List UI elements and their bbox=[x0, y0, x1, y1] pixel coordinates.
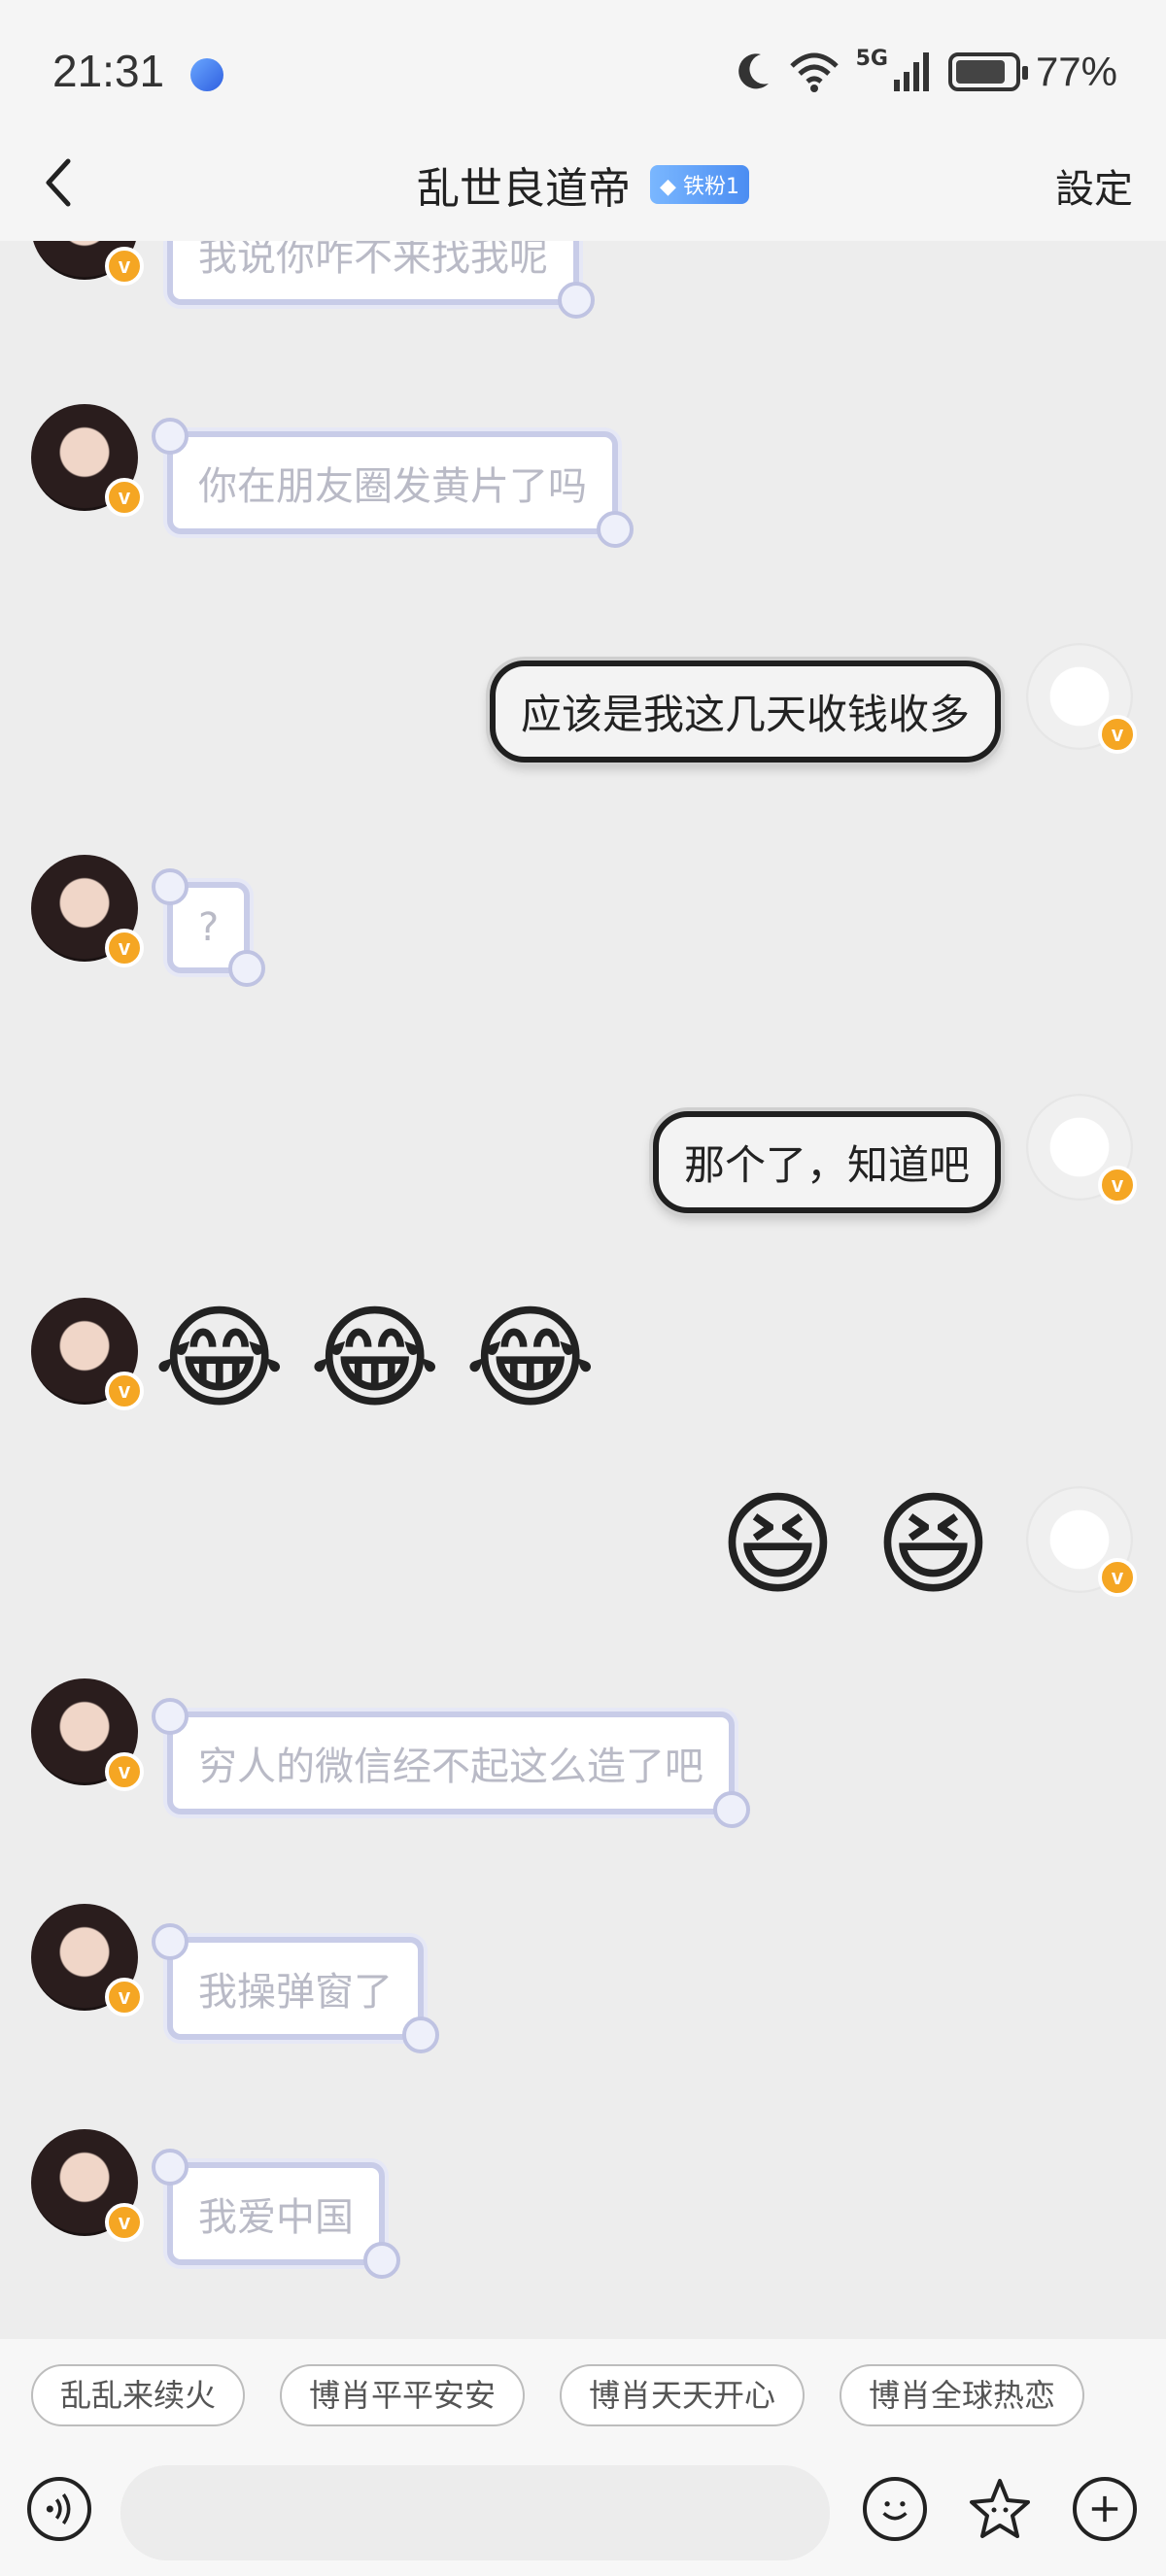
verified-icon: v bbox=[105, 1752, 144, 1791]
cheering-emoji[interactable]: 😆 bbox=[719, 1482, 837, 1609]
message-bubble[interactable]: ? bbox=[151, 868, 266, 987]
my-avatar[interactable]: v bbox=[1026, 1094, 1137, 1204]
sticker-star-icon[interactable] bbox=[966, 2475, 1034, 2543]
contact-avatar[interactable]: v bbox=[31, 404, 144, 517]
chat-title: 乱世良道帝 bbox=[417, 164, 632, 214]
quick-reply-chip[interactable]: 博肖全球热恋 bbox=[840, 2364, 1085, 2426]
message-bubble[interactable]: 我说你咋不来找我呢 bbox=[167, 241, 595, 319]
contact-avatar[interactable]: v bbox=[31, 1298, 144, 1410]
quick-reply-bar: 乱乱来续火 博肖平平安安 博肖天天开心 博肖全球热恋 bbox=[0, 2339, 1166, 2446]
laughing-tears-emoji[interactable]: 😂 bbox=[309, 1296, 441, 1422]
battery-percent: 77% bbox=[1035, 49, 1117, 94]
message-bubble[interactable]: 我操弹窗了 bbox=[152, 1923, 439, 2053]
verified-icon: v bbox=[105, 929, 144, 967]
message-input[interactable] bbox=[120, 2465, 830, 2560]
message-bubble[interactable]: 你在朋友圈发黄片了吗 bbox=[152, 418, 634, 548]
verified-icon: v bbox=[105, 478, 144, 517]
verified-icon: v bbox=[105, 247, 144, 286]
cheering-emoji[interactable]: 😆 bbox=[874, 1482, 992, 1609]
add-icon[interactable] bbox=[1073, 2477, 1137, 2541]
emoji-icon[interactable] bbox=[863, 2477, 927, 2541]
verified-icon: v bbox=[1098, 1166, 1137, 1204]
message-bubble[interactable]: 我爱中国 bbox=[152, 2149, 400, 2279]
chat-header: 乱世良道帝 ◆ 铁粉1 設定 bbox=[0, 126, 1166, 241]
my-avatar[interactable]: v bbox=[1026, 1486, 1137, 1597]
contact-avatar[interactable]: v bbox=[31, 241, 144, 286]
verified-icon: v bbox=[105, 1978, 144, 2017]
status-time: 21:31 bbox=[52, 46, 165, 96]
chat-title-group: 乱世良道帝 ◆ 铁粉1 bbox=[0, 153, 1166, 216]
contact-avatar[interactable]: v bbox=[31, 2129, 144, 2242]
contact-avatar[interactable]: v bbox=[31, 1904, 144, 2017]
quick-reply-chip[interactable]: 博肖平平安安 bbox=[280, 2364, 526, 2426]
status-bar: 21:31 5G 77% bbox=[0, 0, 1166, 146]
battery-icon bbox=[947, 52, 1028, 91]
verified-icon: v bbox=[1098, 715, 1137, 754]
my-avatar[interactable]: v bbox=[1026, 643, 1137, 754]
voice-icon[interactable] bbox=[27, 2477, 91, 2541]
wifi-icon bbox=[789, 52, 839, 92]
fan-badge: ◆ 铁粉1 bbox=[650, 165, 749, 204]
laughing-tears-emoji[interactable]: 😂 bbox=[154, 1296, 286, 1422]
message-bubble[interactable]: 应该是我这几天收钱收多 bbox=[489, 661, 1001, 763]
contact-avatar[interactable]: v bbox=[31, 1678, 144, 1791]
quick-reply-chip[interactable]: 博肖天天开心 bbox=[560, 2364, 806, 2426]
moon-icon bbox=[737, 53, 769, 89]
message-bubble[interactable]: 穷人的微信经不起这么造了吧 bbox=[152, 1698, 750, 1828]
network-type: 5G bbox=[855, 47, 888, 71]
fan-badge-label: 铁粉1 bbox=[682, 175, 739, 199]
quick-reply-chip[interactable]: 乱乱来续火 bbox=[31, 2364, 246, 2426]
verified-icon: v bbox=[105, 1372, 144, 1410]
message-list: v 我说你咋不来找我呢 v 你在朋友圈发黄片了吗 v 应该是我这几天收钱收多 v… bbox=[0, 241, 1166, 2339]
settings-button[interactable]: 設定 bbox=[1055, 157, 1133, 214]
status-indicators: 5G 77% bbox=[734, 43, 1117, 101]
message-bubble[interactable]: 那个了，知道吧 bbox=[652, 1111, 1001, 1213]
input-bar bbox=[0, 2446, 1166, 2576]
contact-avatar[interactable]: v bbox=[31, 855, 144, 967]
verified-icon: v bbox=[1098, 1558, 1137, 1597]
laughing-tears-emoji[interactable]: 😂 bbox=[464, 1296, 597, 1422]
app-notification-icon bbox=[190, 58, 223, 91]
verified-icon: v bbox=[105, 2203, 144, 2242]
signal-icon bbox=[893, 52, 929, 91]
